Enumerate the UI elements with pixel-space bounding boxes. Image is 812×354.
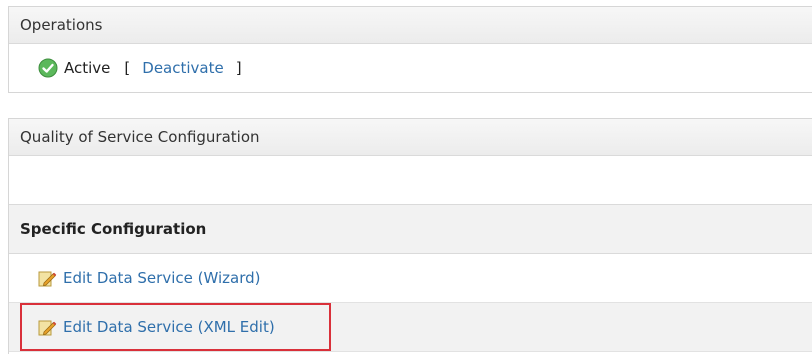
edit-pencil-icon (37, 268, 57, 288)
specific-configuration-title: Specific Configuration (9, 205, 812, 254)
edit-data-service-wizard-link[interactable]: Edit Data Service (Wizard) (63, 269, 260, 287)
qos-panel: Quality of Service Configuration Specifi… (8, 118, 812, 354)
edit-pencil-icon (37, 317, 57, 337)
bracket-close: ] (235, 59, 242, 77)
active-status-label: Active (64, 59, 111, 77)
operations-header: Operations (9, 7, 812, 44)
operations-panel: Operations Active [ Deactivate ] (8, 6, 812, 93)
edit-data-service-xml-link[interactable]: Edit Data Service (XML Edit) (63, 318, 275, 336)
check-circle-icon (38, 58, 58, 78)
operations-status-row: Active [ Deactivate ] (9, 44, 812, 92)
qos-empty-row (9, 156, 812, 205)
edit-xml-row[interactable]: Edit Data Service (XML Edit) (9, 303, 812, 352)
edit-wizard-row[interactable]: Edit Data Service (Wizard) (9, 254, 812, 303)
bracket-open: [ (124, 59, 131, 77)
qos-header: Quality of Service Configuration (9, 119, 812, 156)
deactivate-link[interactable]: Deactivate (142, 59, 223, 77)
